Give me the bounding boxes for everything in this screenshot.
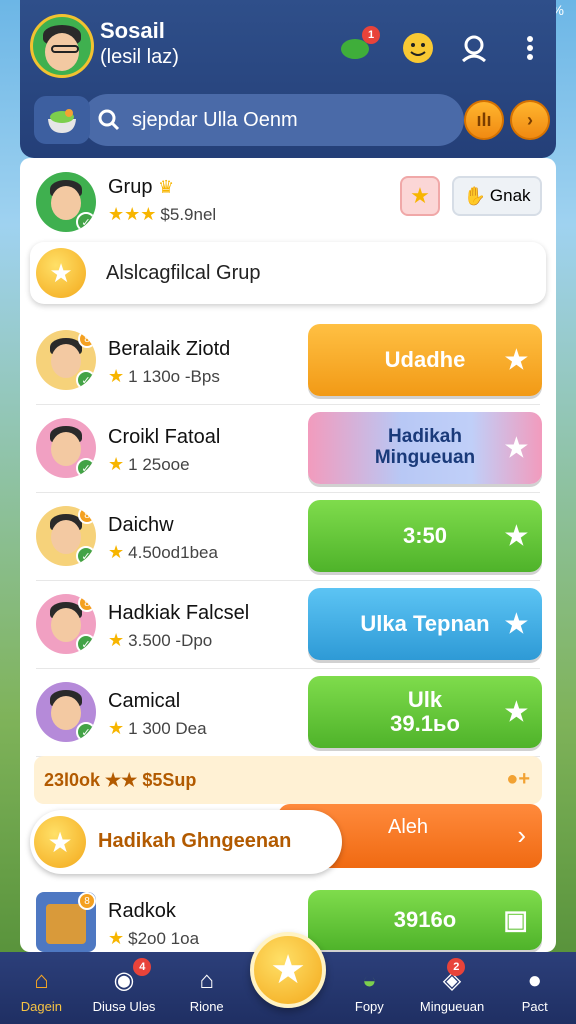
list-item[interactable]: ✓ 8 Beralaik Ziotd ★ 1 130o -Bps Udadhe ★ — [20, 318, 556, 402]
promo-text: 23l0ok ★★ $5Sup — [44, 769, 197, 790]
avatar: ✓ 8 — [36, 594, 96, 654]
profile-avatar[interactable] — [30, 14, 94, 78]
coin-icon: ★ — [34, 816, 86, 868]
promo-label: Hadikah Ghngeenan — [98, 830, 292, 852]
online-indicator: ✓ — [76, 458, 96, 478]
list-item[interactable]: ✓ Croikl Fatoal ★ 1 25ooe Hadikah Mingueuan ★ — [20, 406, 556, 490]
emoji-icon[interactable] — [400, 30, 436, 66]
globe-icon: ◉ — [113, 967, 135, 994]
avatar: ✓ 8 — [36, 330, 96, 390]
bowl-icon: ◒ — [362, 967, 377, 994]
level-badge: 8 — [78, 330, 96, 348]
online-indicator: ✓ — [76, 212, 96, 232]
row-sub: ★ 1 25ooe — [108, 454, 190, 474]
row-name: Hadkiak Falcsel — [108, 602, 250, 624]
app-title: Sosail — [100, 18, 165, 43]
row-action-button[interactable]: Ulk 39.1ьo ★ — [308, 676, 542, 748]
online-indicator: ✓ — [76, 546, 96, 566]
row-action-button[interactable]: 3:50 ★ — [308, 500, 542, 572]
row-name: Radkok — [108, 900, 176, 922]
favorite-button[interactable]: ★ — [400, 176, 440, 216]
row-action-button[interactable]: Udadhe ★ — [308, 324, 542, 396]
person-icon: ● — [527, 967, 542, 994]
thumb-icon: ✋ — [463, 185, 486, 206]
home-icon: ⌂ — [34, 967, 49, 994]
row-sub: ★ 1 300 Dea — [108, 718, 207, 738]
list-item[interactable]: ✓ 8 Daichw ★ 4.50od1bea 3:50 ★ — [20, 494, 556, 578]
divider — [36, 404, 540, 405]
level-badge: 8 — [78, 594, 96, 612]
next-button[interactable]: › — [510, 100, 550, 140]
list-item[interactable]: ✓ Camical ★ 1 300 Dea Ulk 39.1ьo ★ — [20, 670, 556, 754]
row-action-button[interactable]: Hadikah Mingueuan ★ — [308, 412, 542, 484]
row-action-button[interactable]: Ulka Tepnan ★ — [308, 588, 542, 660]
check-button[interactable]: ✋ Gnak — [452, 176, 542, 216]
house-icon: ⌂ — [199, 967, 214, 994]
friends-panel: ✓ Grup ♛ ★★★ $5.9nel ★ ✋ Gnak ★ Alslcagfil… — [20, 158, 556, 952]
star-icon: ★ — [504, 344, 528, 375]
promo-pill[interactable]: ★ Hadikah Ghngeenan — [30, 810, 342, 874]
row-sub: ★ 4.50od1bea — [108, 542, 218, 562]
coin-plus-icon: ●+ — [506, 768, 530, 790]
list-item[interactable]: ✓ 8 Hadkiak Falcsel ★ 3.500 -Dpo Ulka Tepnan ★ — [20, 582, 556, 666]
search-bar: sjepdar Ulla Oenm — [34, 94, 464, 146]
row-name: Croikl Fatoal — [108, 426, 221, 448]
nav-profile[interactable]: ● Pact — [493, 952, 576, 1024]
search-input[interactable]: sjepdar Ulla Oenm — [82, 94, 464, 146]
divider — [36, 492, 540, 493]
nav-home[interactable]: ⌂ Dagein — [0, 952, 83, 1024]
avatar: ✓ 8 — [36, 506, 96, 566]
notification-badge: 1 — [362, 26, 380, 44]
online-indicator: ✓ — [76, 722, 96, 742]
stats-button[interactable]: ılı — [464, 100, 504, 140]
chat-bubble-icon[interactable]: 1 — [338, 26, 380, 66]
search-icon — [98, 109, 120, 136]
group-sub: ★★★ $5.9nel — [108, 204, 217, 224]
divider — [36, 668, 540, 669]
row-name: Daichw — [108, 514, 174, 536]
coin-icon: ★ — [36, 248, 86, 298]
avatar: ✓ — [36, 418, 96, 478]
row-sub: ★ 3.500 -Dpo — [108, 630, 213, 650]
group-avatar: ✓ — [36, 172, 96, 232]
add-group-button[interactable]: ★ Alslcagfilcal Grup — [30, 242, 546, 304]
online-indicator: ✓ — [76, 370, 96, 390]
star-icon: ★ — [504, 520, 528, 551]
star-icon: ★ — [504, 608, 528, 639]
group-row[interactable]: ✓ Grup ♛ ★★★ $5.9nel ★ ✋ Gnak — [20, 168, 556, 244]
promo-banner: 23l0ok ★★ $5Sup ●+ — [34, 756, 542, 804]
row-sub: ★ 1 130o -Bps — [108, 366, 220, 386]
star-icon: ★ — [504, 696, 528, 727]
app-subtitle: (lesil laz) — [100, 46, 179, 68]
row-action-button[interactable]: 3916o ▣ — [308, 890, 542, 950]
row-name: Beralaik Ziotd — [108, 338, 231, 360]
row-sub: ★ $2o0 1oa — [108, 928, 200, 948]
star-icon: ★ — [504, 432, 528, 463]
header: Sosail (lesil laz) 1 sjepdar Ulla Oenm ı… — [20, 0, 556, 158]
food-bowl-icon[interactable] — [34, 96, 90, 144]
more-menu-icon[interactable] — [512, 30, 548, 66]
online-indicator: ✓ — [76, 634, 96, 654]
group-name: Grup ♛ — [108, 176, 175, 198]
center-coin-button[interactable]: ★ — [250, 932, 326, 1008]
avatar: ✓ — [36, 682, 96, 742]
nav-mingueuan[interactable]: ◈ Mingueuan 2 — [411, 952, 494, 1024]
star-icon: ★ — [270, 948, 306, 992]
user-search-icon[interactable] — [456, 30, 492, 66]
crown-icon: ♛ — [158, 177, 175, 197]
divider — [36, 580, 540, 581]
add-group-label: Alslcagfilcal Grup — [106, 262, 261, 284]
level-badge: 8 — [78, 506, 96, 524]
gift-icon: ▣ — [503, 904, 528, 935]
chest-avatar: 8 — [36, 892, 96, 952]
row-name: Camical — [108, 690, 181, 712]
chevron-right-icon: › — [517, 820, 526, 850]
nav-friends[interactable]: ◉ Diusə Uləs 4 — [83, 952, 166, 1024]
